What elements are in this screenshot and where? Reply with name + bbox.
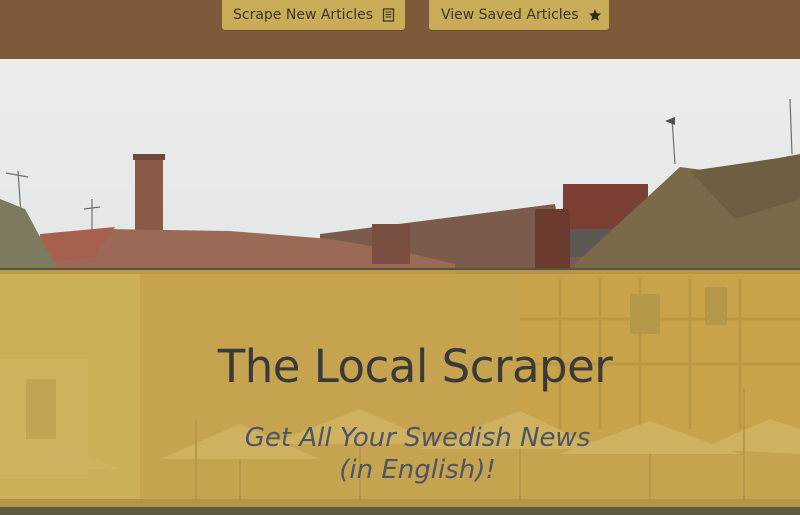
top-navbar: Scrape New Articles View Saved Articles [0,0,800,59]
site-tagline: Get All Your Swedish News (in English)! [0,422,800,486]
saved-button-label: View Saved Articles [441,7,579,23]
newspaper-icon [382,8,395,22]
site-title: The Local Scraper [217,340,613,393]
tagline-line-2: (in English)! [339,455,496,485]
scrape-new-articles-button[interactable]: Scrape New Articles [222,0,405,30]
scrape-button-label: Scrape New Articles [233,7,374,23]
view-saved-articles-button[interactable]: View Saved Articles [429,0,609,30]
tagline-line-1: Get All Your Swedish News [244,423,591,453]
star-icon [588,8,602,22]
